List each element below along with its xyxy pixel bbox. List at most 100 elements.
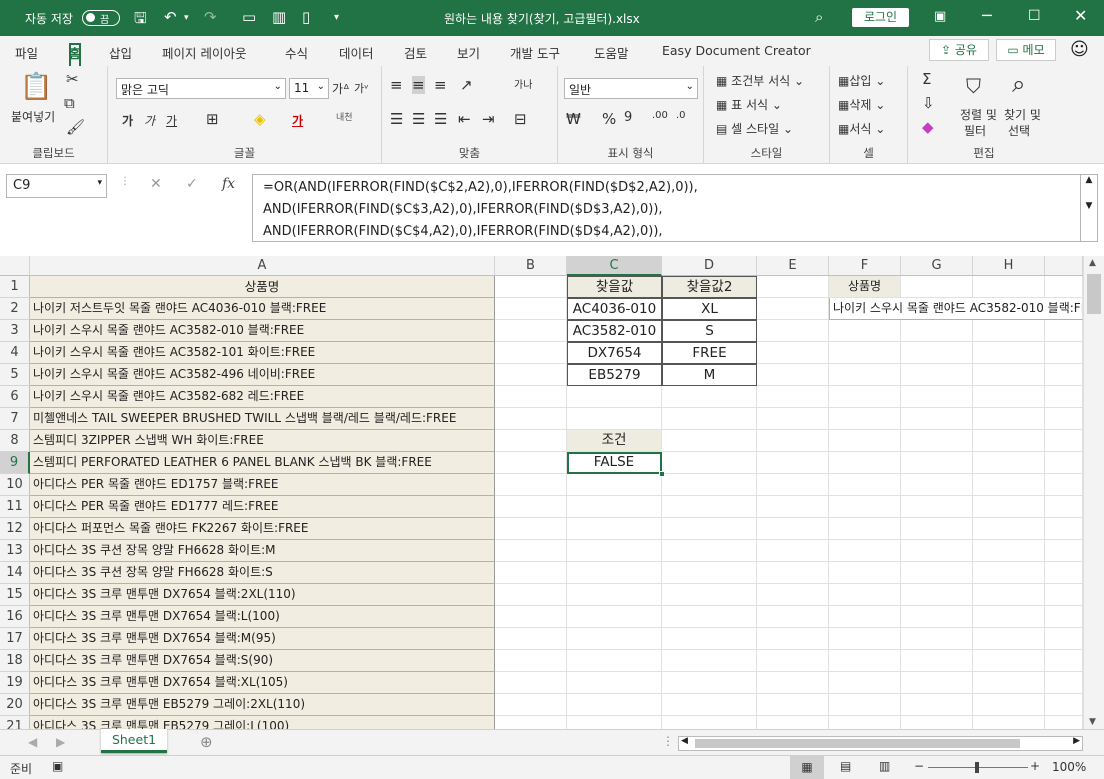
product-cell[interactable]: 나이키 스우시 목줄 랜야드 AC3582-010 블랙:FREE (30, 320, 495, 342)
page-layout-view-icon[interactable]: ▤ (840, 759, 851, 773)
cell-styles-button[interactable]: ▤ 셀 스타일 ⌄ (716, 120, 793, 137)
redo-icon[interactable]: ↷ (204, 8, 217, 26)
cell[interactable] (1045, 672, 1083, 694)
cell[interactable] (757, 540, 829, 562)
product-cell[interactable]: 아디다스 PER 목줄 랜야드 ED1757 블랙:FREE (30, 474, 495, 496)
column-header-f[interactable]: F (829, 256, 901, 276)
sort-filter-button[interactable]: 정렬 및 (960, 106, 997, 123)
cell[interactable] (757, 672, 829, 694)
cell[interactable] (757, 342, 829, 364)
cell[interactable] (567, 584, 662, 606)
autosave-toggle[interactable]: 끔 (82, 10, 120, 26)
add-sheet-icon[interactable]: ⊕ (200, 733, 213, 751)
cell[interactable] (1045, 540, 1083, 562)
product-cell[interactable]: 나이키 스우시 목줄 랜야드 AC3582-682 레드:FREE (30, 386, 495, 408)
cell[interactable] (567, 496, 662, 518)
row-header-7[interactable]: 7 (0, 408, 30, 430)
cell[interactable] (567, 672, 662, 694)
cell[interactable] (973, 584, 1045, 606)
undo-icon[interactable]: ↶ (164, 8, 177, 26)
cell[interactable] (1045, 716, 1083, 729)
cell[interactable] (662, 540, 757, 562)
cell[interactable] (757, 694, 829, 716)
prev-sheet-icon[interactable]: ◀ (28, 735, 37, 749)
tab-data[interactable]: 데이터 (339, 43, 374, 62)
cell[interactable] (1045, 276, 1083, 298)
cell[interactable] (829, 430, 901, 452)
column-header-e[interactable]: E (757, 256, 829, 276)
criteria-value-d[interactable]: M (662, 364, 757, 386)
clear-icon[interactable]: ◆ (922, 118, 934, 136)
customize-qat-icon[interactable]: ▾ (334, 12, 339, 23)
next-sheet-icon[interactable]: ▶ (56, 735, 65, 749)
cell[interactable] (829, 672, 901, 694)
row-header-15[interactable]: 15 (0, 584, 30, 606)
formula-scrollbar[interactable]: ▲ ▼ (1080, 174, 1098, 242)
cell[interactable] (973, 672, 1045, 694)
cell[interactable] (1045, 386, 1083, 408)
cell[interactable] (662, 606, 757, 628)
product-cell[interactable]: 아디다스 3S 쿠션 장목 양말 FH6628 화이트:S (30, 562, 495, 584)
insert-cells-button[interactable]: ▦삽입 ⌄ (838, 72, 885, 89)
result-header[interactable]: 상품명 (829, 276, 901, 298)
cell[interactable] (901, 430, 973, 452)
cell[interactable] (757, 386, 829, 408)
cell[interactable] (901, 628, 973, 650)
cell[interactable] (973, 452, 1045, 474)
row-header-18[interactable]: 18 (0, 650, 30, 672)
horizontal-scrollbar[interactable]: ◀ ▶ (678, 736, 1083, 751)
cell[interactable] (495, 342, 567, 364)
cell[interactable] (757, 474, 829, 496)
cell[interactable] (973, 540, 1045, 562)
row-header-14[interactable]: 14 (0, 562, 30, 584)
column-header-b[interactable]: B (495, 256, 567, 276)
zoom-in-button[interactable]: + (1030, 759, 1040, 773)
row-header-13[interactable]: 13 (0, 540, 30, 562)
align-middle-icon[interactable]: ≡ (412, 76, 425, 94)
cell[interactable] (567, 606, 662, 628)
underline-button[interactable]: 가 (166, 112, 177, 129)
criteria-value-c[interactable]: AC4036-010 (567, 298, 662, 320)
format-cells-button[interactable]: ▦서식 ⌄ (838, 120, 885, 137)
row-header-4[interactable]: 4 (0, 342, 30, 364)
product-cell[interactable]: 나이키 스우시 목줄 랜야드 AC3582-101 화이트:FREE (30, 342, 495, 364)
product-cell[interactable]: 아디다스 퍼포먼스 목줄 랜야드 FK2267 화이트:FREE (30, 518, 495, 540)
tab-easy-document-creator[interactable]: Easy Document Creator (662, 43, 811, 58)
cell[interactable] (901, 562, 973, 584)
cell[interactable] (757, 452, 829, 474)
cell[interactable] (662, 694, 757, 716)
criteria-header-c[interactable]: 찾을값 (567, 276, 662, 298)
cell[interactable] (757, 276, 829, 298)
cell[interactable] (567, 540, 662, 562)
product-cell[interactable]: 아디다스 3S 크루 맨투맨 EB5279 그레이:2XL(110) (30, 694, 495, 716)
tab-help[interactable]: 도움말 (594, 43, 629, 62)
cell[interactable] (495, 518, 567, 540)
cell[interactable] (495, 606, 567, 628)
header-cell-product[interactable]: 상품명 (30, 276, 495, 298)
cell[interactable] (901, 672, 973, 694)
cell[interactable] (829, 474, 901, 496)
cell[interactable] (662, 584, 757, 606)
align-center-icon[interactable]: ☰ (412, 110, 425, 128)
condition-cell-active[interactable]: FALSE (567, 452, 662, 474)
cell[interactable] (829, 606, 901, 628)
cell[interactable] (973, 386, 1045, 408)
cell[interactable] (495, 408, 567, 430)
column-header-c[interactable]: C (567, 256, 662, 276)
cell[interactable] (901, 694, 973, 716)
cell[interactable] (662, 496, 757, 518)
cell[interactable] (567, 408, 662, 430)
cell[interactable] (662, 650, 757, 672)
tab-split-icon[interactable]: ⋮ (662, 734, 674, 748)
cell[interactable] (973, 342, 1045, 364)
enter-icon[interactable]: ✓ (186, 176, 198, 192)
align-right-icon[interactable]: ☰ (434, 110, 447, 128)
column-header-d[interactable]: D (662, 256, 757, 276)
cell[interactable] (973, 408, 1045, 430)
cell[interactable] (495, 628, 567, 650)
cell[interactable] (567, 650, 662, 672)
cell[interactable] (829, 408, 901, 430)
cell[interactable] (495, 562, 567, 584)
row-header-2[interactable]: 2 (0, 298, 30, 320)
cell[interactable] (662, 430, 757, 452)
